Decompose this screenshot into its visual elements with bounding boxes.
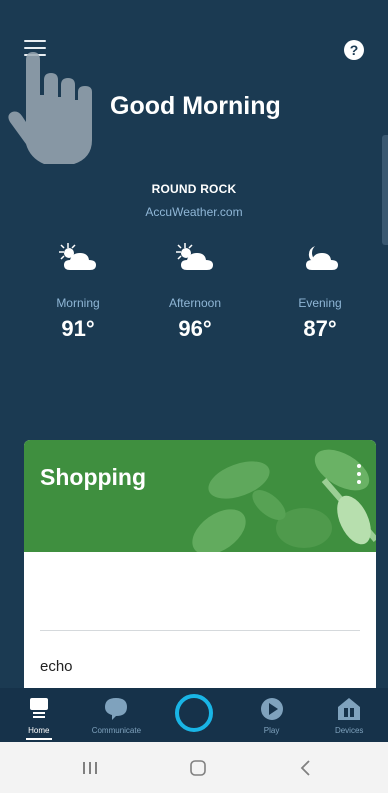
forecast-period: Morning xyxy=(56,296,100,310)
recent-apps-icon[interactable] xyxy=(78,756,102,780)
divider xyxy=(40,630,360,631)
nav-play[interactable]: Play xyxy=(233,688,311,742)
more-options-icon[interactable] xyxy=(356,464,362,488)
weather-location: ROUND ROCK xyxy=(151,182,237,196)
forecast-period: Evening xyxy=(298,296,342,310)
nav-label: Communicate xyxy=(91,726,142,735)
home-icon xyxy=(29,698,48,718)
shopping-card-title: Shopping xyxy=(40,464,147,490)
sun-cloud-icon xyxy=(59,243,96,270)
nav-label: Devices xyxy=(334,726,364,735)
home-button-icon[interactable] xyxy=(186,756,210,780)
devices-house-icon xyxy=(338,698,361,720)
help-icon[interactable]: ? xyxy=(344,40,364,60)
forecast-period: Afternoon xyxy=(168,296,222,310)
nav-alexa[interactable] xyxy=(155,688,233,742)
shopping-card-banner: Shopping xyxy=(24,440,376,552)
greeting-heading: Good Morning xyxy=(110,92,281,120)
hamburger-menu-icon[interactable] xyxy=(24,40,46,58)
chat-bubble-icon xyxy=(105,698,128,720)
nav-communicate[interactable]: Communicate xyxy=(78,688,156,742)
nav-home[interactable]: Home xyxy=(0,688,78,742)
forecast-temp: 96° xyxy=(178,316,212,341)
weather-forecast[interactable]: Morning 91° Afternoon 96° Evening 87° xyxy=(0,240,388,360)
leaf-illustration xyxy=(192,449,376,552)
forecast-temp: 91° xyxy=(61,316,95,341)
sun-cloud-icon xyxy=(176,243,213,270)
weather-source-link[interactable]: AccuWeather.com xyxy=(0,205,388,219)
shopping-card[interactable]: Shopping echo xyxy=(24,440,376,690)
alexa-home-screen: ? Good Morning ROUND ROCK AccuWeather.co… xyxy=(0,0,388,793)
nav-label: Home xyxy=(28,726,50,735)
alexa-ring-icon xyxy=(174,694,213,732)
back-icon[interactable] xyxy=(294,756,318,780)
moon-cloud-icon xyxy=(306,246,338,270)
system-navigation-bar xyxy=(0,742,388,793)
forecast-afternoon: Afternoon 96° xyxy=(145,240,245,342)
nav-devices[interactable]: Devices xyxy=(310,688,388,742)
shopping-list-item[interactable]: echo xyxy=(40,658,73,675)
play-icon xyxy=(260,698,283,720)
bottom-navigation: Home Communicate Play Devices xyxy=(0,688,388,742)
forecast-morning: Morning 91° xyxy=(28,240,128,342)
nav-label: Play xyxy=(263,726,280,735)
tap-hand-icon xyxy=(8,52,92,164)
forecast-evening: Evening 87° xyxy=(270,240,370,342)
forecast-temp: 87° xyxy=(303,316,337,341)
